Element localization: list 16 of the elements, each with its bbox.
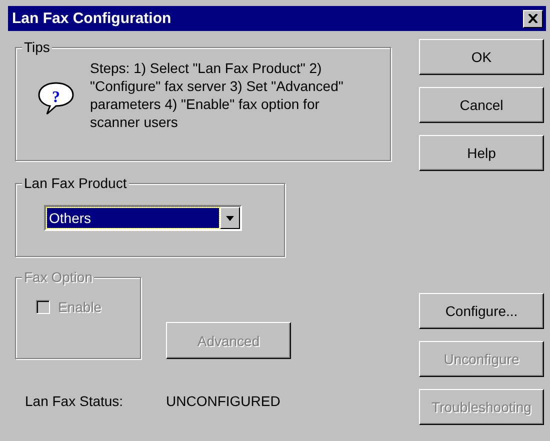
dialog-button[interactable]: Help bbox=[419, 135, 544, 171]
product-dropdown[interactable]: Others bbox=[44, 205, 242, 231]
group-label: Fax Option bbox=[22, 269, 94, 285]
dialog-button[interactable]: OK bbox=[419, 39, 544, 75]
help-bubble-icon: ? bbox=[36, 80, 76, 116]
status-value: UNCONFIGURED bbox=[166, 393, 280, 409]
window-title: Lan Fax Configuration bbox=[12, 10, 172, 27]
close-button[interactable] bbox=[523, 10, 543, 28]
tips-text: Steps: 1) Select "Lan Fax Product" 2) "Configure" fax server 3) Set "Advanced" parameters 4) "Enable" fax option for scanner users bbox=[90, 59, 344, 131]
group-label: Tips bbox=[22, 39, 52, 55]
group-label: Lan Fax Product bbox=[22, 175, 129, 191]
caret-icon bbox=[226, 216, 234, 220]
close-icon bbox=[528, 14, 538, 23]
dialog-button[interactable]: Configure... bbox=[419, 293, 544, 329]
status-label: Lan Fax Status: bbox=[25, 393, 124, 409]
dialog-button[interactable]: Cancel bbox=[419, 87, 544, 123]
